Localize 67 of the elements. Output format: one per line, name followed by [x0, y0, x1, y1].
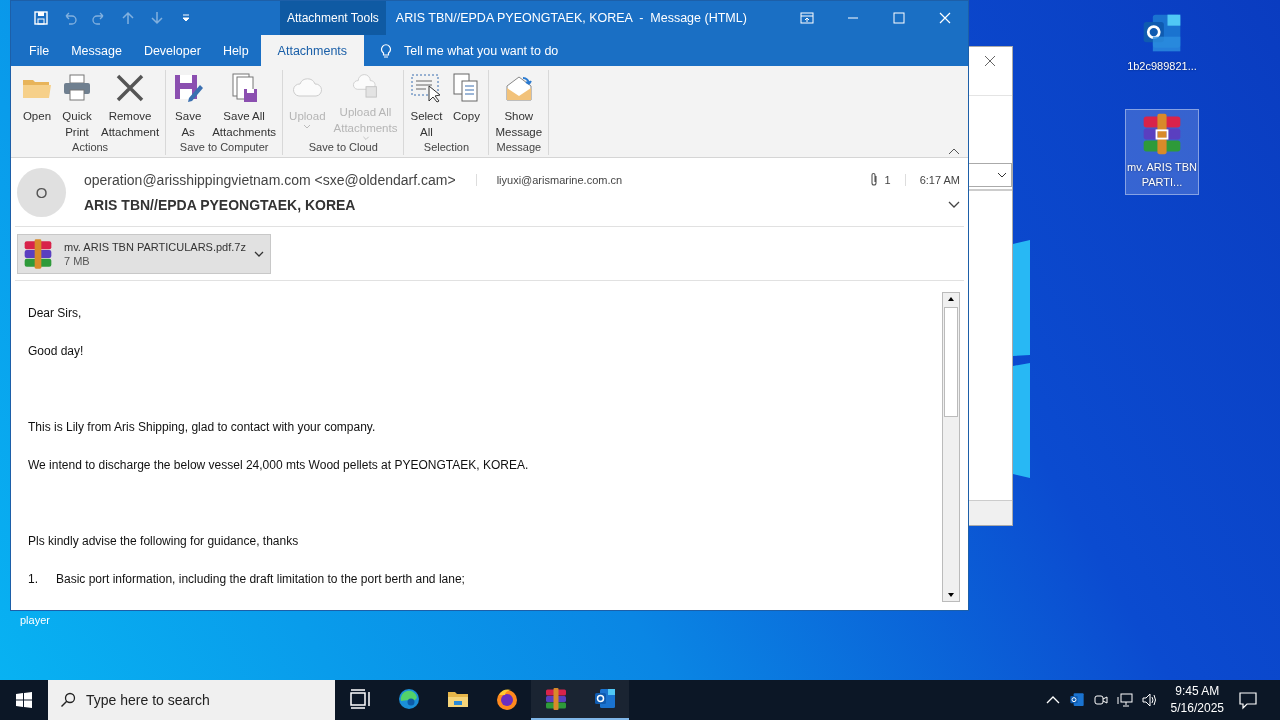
- clock[interactable]: 9:45 AM 5/16/2025: [1170, 683, 1224, 717]
- group-label: Save to Computer: [179, 140, 269, 154]
- taskbar-app[interactable]: [531, 680, 580, 720]
- context-tab-label: Attachment Tools: [280, 1, 386, 35]
- close-icon[interactable]: [984, 55, 996, 67]
- recipient-address[interactable]: liyuxi@arismarine.com.cn: [475, 173, 623, 186]
- scrollbar[interactable]: [942, 292, 960, 602]
- ribbon-tab[interactable]: Developer: [133, 35, 211, 66]
- ribbon-button[interactable]: Save As: [168, 70, 209, 140]
- task-view-icon: [347, 687, 372, 711]
- paragraph: Dear Sirs,: [28, 307, 83, 320]
- paperclip-icon: [868, 171, 879, 188]
- archive-icon: [22, 237, 54, 270]
- group-label: Selection: [423, 140, 470, 154]
- group-label: Message: [496, 140, 542, 154]
- ribbon-button[interactable]: Copy: [446, 70, 487, 140]
- attachment-size: 7 MB: [64, 254, 91, 267]
- tell-me-box[interactable]: Tell me what you want to do: [404, 43, 559, 58]
- ribbon-button[interactable]: Select All: [406, 70, 447, 140]
- attachment-name: mv. ARIS TBN PARTICULARS.pdf.7z: [64, 240, 247, 253]
- ribbon-button[interactable]: Save All Attachments: [208, 70, 281, 140]
- message-time: 6:17 AM: [904, 173, 960, 186]
- browser-icon: [396, 687, 421, 711]
- ribbon-button[interactable]: Quick Print: [57, 70, 97, 140]
- paragraph: Good day!: [28, 345, 85, 358]
- archive-icon: [543, 687, 568, 711]
- paragraph: This is Lily from Aris Shipping, glad to contact with your company.: [28, 421, 377, 434]
- printer-icon: [61, 72, 93, 104]
- save-icon[interactable]: [33, 10, 49, 26]
- icon-label: 1b2c989821...: [1127, 59, 1197, 74]
- ribbon-tab[interactable]: Attachments: [260, 35, 365, 66]
- icon-label: mv. ARIS TBN PARTI...: [1127, 160, 1197, 190]
- taskbar-app[interactable]: [580, 680, 629, 720]
- status-bar: [969, 500, 1012, 525]
- sender-avatar: O: [17, 167, 66, 217]
- scroll-thumb[interactable]: [944, 307, 958, 417]
- ribbon-tab[interactable]: File: [19, 35, 60, 66]
- ribbon-button[interactable]: Open: [17, 70, 57, 140]
- ribbon-button[interactable]: Remove Attachment: [97, 70, 164, 140]
- chevron-icon[interactable]: [948, 200, 960, 209]
- attachment-chip[interactable]: mv. ARIS TBN PARTICULARS.pdf.7z 7 MB: [17, 233, 271, 274]
- icon-label: player: [20, 614, 50, 626]
- selection-icon: [410, 72, 443, 104]
- list-item: Basic port information, including the draft limitation to the port berth and lane;: [56, 573, 465, 586]
- group-label: Actions: [72, 140, 109, 154]
- chevron-icon: [997, 172, 1007, 178]
- desktop-icon[interactable]: mv. ARIS TBN PARTI...: [1125, 109, 1199, 195]
- desktop-icon[interactable]: 1b2c989821...: [1125, 8, 1199, 79]
- outlook-icon: [592, 687, 617, 711]
- notifications-icon[interactable]: [1238, 690, 1258, 710]
- collapse-ribbon-icon[interactable]: [948, 147, 960, 155]
- ribbon-button[interactable]: Show Message: [491, 70, 547, 140]
- paragraph: Pls kindly advise the following for guidance, thanks: [28, 535, 300, 548]
- fox-browser-icon: [494, 687, 519, 711]
- attachment-count: 1: [884, 173, 891, 186]
- sender-address[interactable]: operation@arisshippingvietnam.com <sxe@oldendarf.cam>: [84, 171, 456, 188]
- floppy-icon: [172, 72, 205, 104]
- window-title: ARIS TBN//EPDA PYEONGTAEK, KOREA - Message (HTML): [395, 11, 748, 25]
- ribbon-tab[interactable]: Help: [212, 35, 259, 66]
- paragraph: We intend to discharge the below vessel 24,000 mts Wood pellets at PYEONGTAEK, KOREA.: [28, 459, 530, 472]
- message-subject: ARIS TBN//EPDA PYEONGTAEK, KOREA: [84, 196, 356, 213]
- group-label: Save to Cloud: [308, 140, 378, 154]
- chevron-icon[interactable]: [254, 250, 264, 257]
- ribbon-tab[interactable]: Message: [61, 35, 132, 66]
- list-number: 1.: [28, 573, 39, 586]
- search-icon: [60, 692, 76, 708]
- search-field[interactable]: Type here to search: [48, 680, 335, 720]
